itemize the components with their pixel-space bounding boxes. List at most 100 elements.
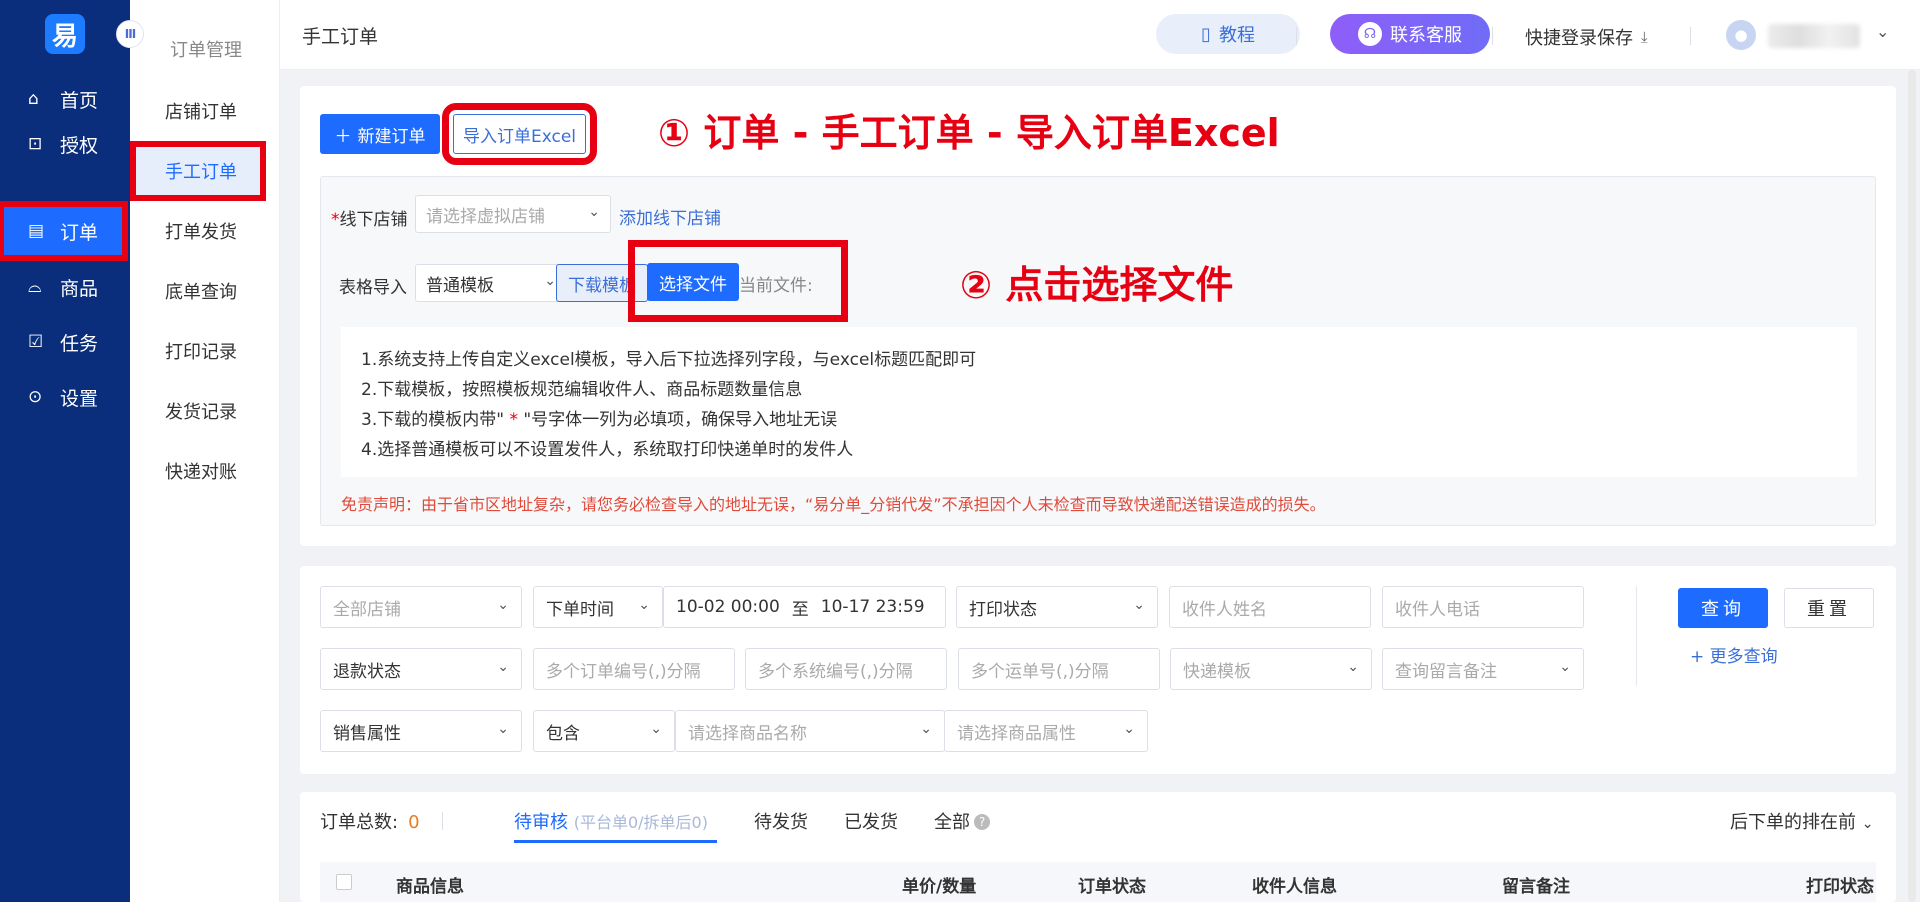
book-icon: ▯ — [1201, 23, 1211, 45]
chevron-down-icon: ⌄ — [497, 597, 509, 613]
avatar[interactable]: ● — [1726, 20, 1756, 50]
subnav-item-store-orders[interactable]: 店铺订单 — [130, 87, 280, 135]
column-price-qty: 单价/数量 — [902, 877, 977, 897]
reset-button[interactable]: 重置 — [1784, 588, 1874, 628]
divider — [442, 812, 443, 830]
sidebar-item-label: 授权 — [60, 134, 99, 157]
subnav-item-waybill-query[interactable]: 底单查询 — [130, 267, 280, 315]
task-icon: ☑ — [28, 332, 44, 352]
input-placeholder: 多个系统编号(,)分隔 — [758, 661, 913, 682]
main-sidebar: 易 ⌂ 首页 ⊡ 授权 ▤ 订单 ⌓ 商品 ☑ 任务 ⊙ 设置 — [0, 0, 130, 902]
contact-service-button[interactable]: ☊ 联系客服 — [1330, 14, 1490, 54]
all-stores-select[interactable]: 全部店铺 ⌄ — [320, 586, 522, 628]
tutorial-button[interactable]: ▯ 教程 — [1156, 14, 1300, 54]
subnav-item-print-records[interactable]: 打印记录 — [130, 327, 280, 375]
required-mark: * — [509, 410, 518, 430]
store-label-text: 线下店铺 — [339, 210, 408, 230]
date-to: 10-17 23:59 — [820, 597, 925, 617]
collapse-sidebar-button[interactable]: III — [116, 20, 144, 48]
subnav-item-express-reconcile[interactable]: 快递对账 — [130, 447, 280, 495]
select-all-checkbox[interactable] — [336, 874, 352, 890]
divider — [1492, 27, 1493, 45]
tab-pending-review[interactable]: 待审核 (平台单0/拆单后0) — [514, 808, 708, 834]
chevron-down-icon: ⌄ — [588, 204, 600, 220]
help-icon[interactable]: ? — [974, 814, 990, 830]
app-logo[interactable]: 易 — [45, 14, 85, 54]
input-placeholder: 多个订单编号(,)分隔 — [546, 661, 701, 682]
authorize-icon: ⊡ — [28, 134, 43, 154]
order-total-label: 订单总数: — [320, 812, 399, 833]
sidebar-item-settings[interactable]: ⊙ 设置 — [0, 373, 130, 421]
more-query-link[interactable]: + 更多查询 — [1690, 642, 1778, 667]
goods-attr-select[interactable]: 请选择商品属性 ⌄ — [944, 710, 1148, 752]
contains-select[interactable]: 包含 ⌄ — [533, 710, 675, 752]
sort-select[interactable]: 后下单的排在前 ⌄ — [1730, 808, 1873, 834]
divider — [1636, 586, 1637, 686]
new-order-button[interactable]: ＋ 新建订单 — [320, 114, 440, 154]
waybill-nos-input[interactable]: 多个运单号(,)分隔 — [958, 648, 1160, 690]
home-icon: ⌂ — [28, 89, 39, 109]
tab-label: 待审核 — [514, 812, 568, 833]
sidebar-item-goods[interactable]: ⌓ 商品 — [0, 263, 130, 311]
annotation-step-1: ① 订单 - 手工订单 - 导入订单Excel — [658, 111, 1280, 155]
contact-service-label: 联系客服 — [1390, 25, 1462, 46]
sidebar-item-home[interactable]: ⌂ 首页 — [0, 75, 130, 123]
tab-all[interactable]: 全部? — [934, 808, 990, 834]
sidebar-item-label: 设置 — [60, 387, 99, 410]
receiver-phone-input[interactable]: 收件人电话 — [1382, 586, 1584, 628]
quick-login-save-button[interactable]: 快捷登录保存 ⤓ — [1525, 24, 1648, 50]
order-time-select[interactable]: 下单时间 ⌄ — [533, 586, 663, 628]
virtual-store-select[interactable]: 请选择虚拟店铺 ⌄ — [415, 195, 611, 233]
chevron-down-icon: ⌄ — [1347, 659, 1359, 675]
select-value: 销售属性 — [333, 723, 401, 744]
template-select[interactable]: 普通模板 ⌄ — [415, 264, 567, 302]
required-mark: * — [331, 210, 340, 230]
tab-sub-count: (平台单0/拆单后0) — [573, 813, 708, 832]
receiver-name-input[interactable]: 收件人姓名 — [1169, 586, 1371, 628]
import-excel-button[interactable]: 导入订单Excel — [442, 103, 597, 165]
subnav-item-ship-records[interactable]: 发货记录 — [130, 387, 280, 435]
system-nos-input[interactable]: 多个系统编号(,)分隔 — [745, 648, 947, 690]
store-label: *线下店铺 — [331, 205, 408, 230]
sidebar-item-label: 任务 — [60, 332, 99, 355]
column-print-status: 打印状态 — [1806, 877, 1874, 897]
select-value: 包含 — [546, 723, 580, 744]
import-notes: 1.系统支持上传自定义excel模板，导入后下拉选择列字段，与excel标题匹配… — [341, 327, 1857, 477]
page-scrollbar[interactable] — [1908, 70, 1916, 902]
tab-shipped[interactable]: 已发货 — [844, 808, 898, 834]
orders-card: 订单总数: 0 待审核 (平台单0/拆单后0) 待发货 已发货 全部? 后下单的排… — [300, 792, 1896, 902]
note-text: "号字体一列为必填项，确保导入地址无误 — [523, 410, 838, 430]
query-button[interactable]: 查询 — [1678, 588, 1768, 628]
goods-name-select[interactable]: 请选择商品名称 ⌄ — [675, 710, 945, 752]
import-form-panel: *线下店铺 请选择虚拟店铺 ⌄ 添加线下店铺 表格导入 普通模板 ⌄ 下载模板 … — [320, 176, 1876, 526]
refund-status-select[interactable]: 退款状态 ⌄ — [320, 648, 522, 690]
quick-login-label: 快捷登录保存 — [1525, 28, 1633, 49]
settings-icon: ⊙ — [28, 387, 43, 407]
tab-label: 全部 — [934, 812, 970, 833]
input-placeholder: 收件人电话 — [1395, 599, 1480, 620]
express-template-select[interactable]: 快递模板 ⌄ — [1170, 648, 1372, 690]
sort-label: 后下单的排在前 — [1730, 812, 1856, 833]
sale-attr-select[interactable]: 销售属性 ⌄ — [320, 710, 522, 752]
choose-file-button[interactable]: 选择文件 — [647, 263, 739, 301]
column-order-status: 订单状态 — [1078, 877, 1146, 897]
add-offline-store-link[interactable]: 添加线下店铺 — [619, 204, 721, 229]
subnav-item-print-ship[interactable]: 打单发货 — [130, 207, 280, 255]
sidebar-item-tasks[interactable]: ☑ 任务 — [0, 318, 130, 366]
tab-pending-ship[interactable]: 待发货 — [754, 808, 808, 834]
filter-card: 全部店铺 ⌄ 下单时间 ⌄ 10-02 00:00 至 10-17 23:59 打印… — [300, 566, 1896, 774]
note-line: 4.选择普通模板可以不设置发件人，系统取打印快递单时的发件人 — [361, 440, 854, 460]
print-status-select[interactable]: 打印状态 ⌄ — [956, 586, 1158, 628]
subnav-item-manual-orders[interactable]: 手工订单 — [130, 141, 266, 201]
tutorial-label: 教程 — [1218, 25, 1255, 46]
sidebar-item-authorize[interactable]: ⊡ 授权 — [0, 120, 130, 168]
order-nos-input[interactable]: 多个订单编号(,)分隔 — [533, 648, 735, 690]
remark-query-select[interactable]: 查询留言备注 ⌄ — [1382, 648, 1584, 690]
chevron-down-icon[interactable]: ⌄ — [1876, 22, 1889, 41]
date-from: 10-02 00:00 — [676, 597, 780, 617]
sidebar-item-orders[interactable]: ▤ 订单 — [0, 201, 128, 261]
plus-icon: ＋ — [334, 126, 352, 147]
download-icon: ⤓ — [1641, 28, 1648, 46]
date-range-picker[interactable]: 10-02 00:00 至 10-17 23:59 — [663, 586, 946, 628]
input-placeholder: 多个运单号(,)分隔 — [971, 661, 1109, 682]
